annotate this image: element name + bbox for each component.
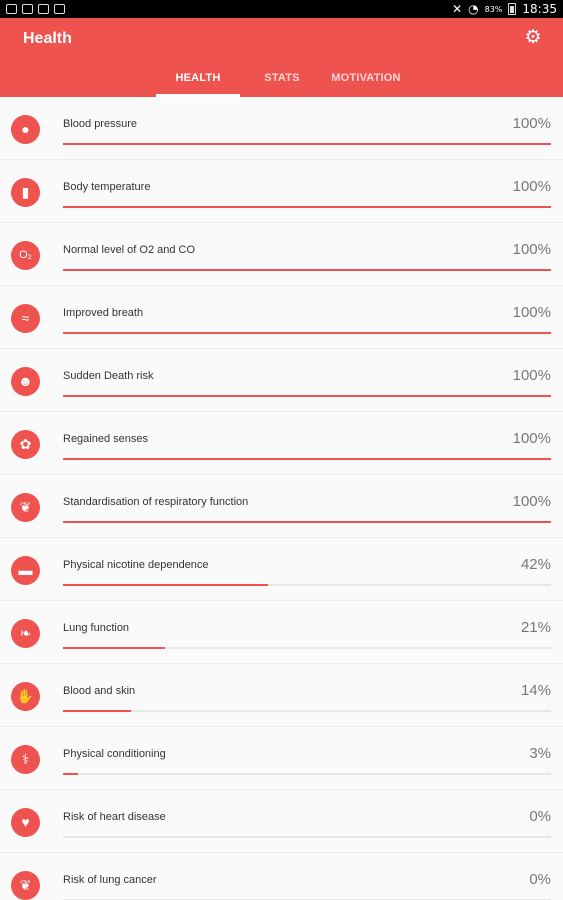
notification-icon [22, 4, 33, 14]
list-item[interactable]: ❦ Risk of lung cancer 0% [0, 853, 563, 900]
gear-icon[interactable]: ⚙ [523, 28, 543, 48]
page-title: Health [23, 30, 72, 47]
progress-fill [63, 773, 78, 775]
progress-track [63, 521, 551, 523]
hand-icon: ✋ [11, 682, 40, 711]
progress-fill [63, 395, 551, 397]
notification-icon [54, 4, 65, 14]
progress-track [63, 143, 551, 145]
notification-icon [6, 4, 17, 14]
thermometer-icon: ▮ [11, 178, 40, 207]
notification-icon [38, 4, 49, 14]
item-label: Sudden Death risk [63, 370, 154, 382]
progress-fill [63, 458, 551, 460]
item-label: Physical conditioning [63, 748, 166, 760]
list-item[interactable]: ✿ Regained senses 100% [0, 412, 563, 475]
list-item[interactable]: ❦ Standardisation of respiratory function… [0, 475, 563, 538]
heart-icon: ♥ [11, 808, 40, 837]
battery-percent: 83% [484, 4, 503, 14]
item-percentage: 100% [512, 304, 551, 321]
item-label: Improved breath [63, 307, 144, 319]
tab-bar: HEALTH STATS MOTIVATION [156, 59, 408, 97]
item-percentage: 100% [512, 367, 551, 384]
drop-icon: ● [11, 115, 40, 144]
o2-icon: O₂ [11, 241, 40, 270]
progress-fill [63, 206, 551, 208]
progress-track [63, 206, 551, 208]
progress-track [63, 269, 551, 271]
item-percentage: 100% [512, 430, 551, 447]
progress-track [63, 332, 551, 334]
list-item[interactable]: ☻ Sudden Death risk 100% [0, 349, 563, 412]
progress-fill [63, 584, 268, 586]
notification-icons [6, 4, 65, 14]
item-percentage: 100% [512, 115, 551, 132]
progress-track [63, 773, 551, 775]
progress-fill [63, 143, 551, 145]
clock: 18:35 [522, 2, 557, 16]
item-percentage: 0% [529, 871, 551, 888]
list-item[interactable]: O₂ Normal level of O2 and CO 100% [0, 223, 563, 286]
item-label: Risk of heart disease [63, 811, 166, 823]
item-percentage: 100% [512, 178, 551, 195]
status-bar: ✕ ◔ 83% 18:35 [0, 0, 563, 18]
lungs-icon: ❦ [11, 871, 40, 900]
battery-icon [508, 3, 517, 15]
lung-icon: ❧ [11, 619, 40, 648]
item-label: Risk of lung cancer [63, 874, 157, 886]
list-item[interactable]: ▮ Body temperature 100% [0, 160, 563, 223]
list-item[interactable]: ❧ Lung function 21% [0, 601, 563, 664]
item-percentage: 100% [512, 493, 551, 510]
progress-fill [63, 332, 551, 334]
wifi-icon: ◔ [468, 2, 479, 16]
item-percentage: 21% [520, 619, 551, 636]
cigarette-icon: ▬ [11, 556, 40, 585]
progress-track [63, 836, 551, 838]
tab-stats[interactable]: STATS [240, 59, 324, 97]
item-label: Blood and skin [63, 685, 136, 697]
caduceus-icon: ⚕ [11, 745, 40, 774]
progress-track [63, 458, 551, 460]
list-item[interactable]: ▬ Physical nicotine dependence 42% [0, 538, 563, 601]
mute-icon: ✕ [452, 2, 463, 16]
progress-track [63, 395, 551, 397]
list-item[interactable]: ♥ Risk of heart disease 0% [0, 790, 563, 853]
progress-track [63, 584, 551, 586]
progress-track [63, 647, 551, 649]
health-list: ● Blood pressure 100% ▮ Body temperature 100%… [0, 97, 563, 900]
progress-fill [63, 710, 132, 712]
item-percentage: 0% [529, 808, 551, 825]
list-item[interactable]: ⚕ Physical conditioning 3% [0, 727, 563, 790]
item-percentage: 14% [520, 682, 551, 699]
skull-icon: ☻ [11, 367, 40, 396]
item-label: Regained senses [63, 433, 149, 445]
flower-icon: ✿ [11, 430, 40, 459]
item-label: Lung function [63, 622, 130, 634]
item-percentage: 3% [529, 745, 551, 762]
list-item[interactable]: ≈ Improved breath 100% [0, 286, 563, 349]
item-label: Blood pressure [63, 118, 137, 130]
item-percentage: 42% [520, 556, 551, 573]
progress-fill [63, 269, 551, 271]
tab-health[interactable]: HEALTH [156, 59, 240, 97]
app-bar: Health ⚙ HEALTH STATS MOTIVATION [0, 18, 563, 97]
item-percentage: 100% [512, 241, 551, 258]
tab-motivation[interactable]: MOTIVATION [324, 59, 408, 97]
item-label: Normal level of O2 and CO [63, 244, 196, 256]
list-item[interactable]: ✋ Blood and skin 14% [0, 664, 563, 727]
breath-icon: ≈ [11, 304, 40, 333]
progress-track [63, 710, 551, 712]
item-label: Standardisation of respiratory function [63, 496, 249, 508]
progress-fill [63, 521, 551, 523]
item-label: Body temperature [63, 181, 151, 193]
item-label: Physical nicotine dependence [63, 559, 209, 571]
lungs-icon: ❦ [11, 493, 40, 522]
progress-fill [63, 647, 166, 649]
list-item[interactable]: ● Blood pressure 100% [0, 97, 563, 160]
